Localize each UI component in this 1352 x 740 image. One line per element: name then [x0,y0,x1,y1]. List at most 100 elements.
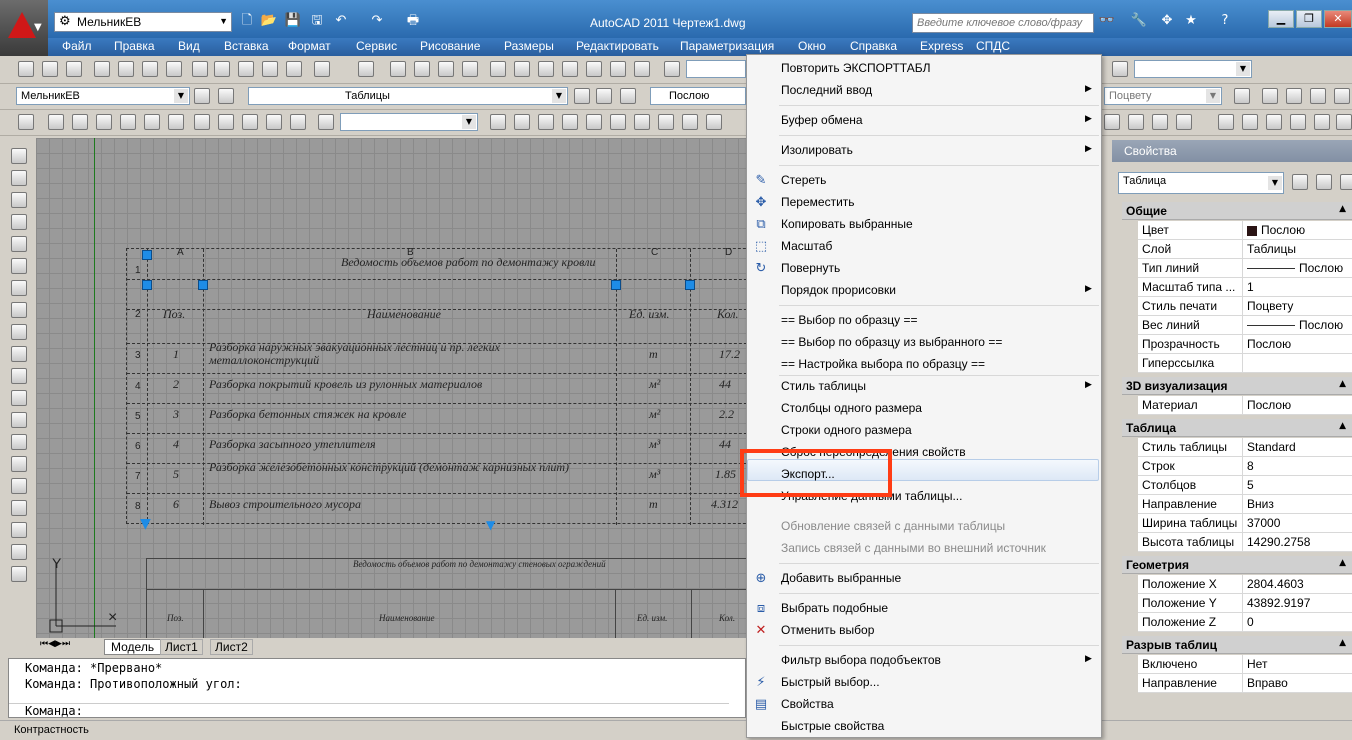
table-grip[interactable] [142,250,152,260]
layer-iso-icon[interactable] [620,88,636,104]
prop-row[interactable]: Столбцов 5 [1138,476,1352,495]
cone-icon[interactable] [120,114,136,130]
close-button[interactable]: ✕ [1324,10,1352,28]
section-table-break[interactable]: Разрыв таблиц ▲ [1122,636,1352,654]
blockeditor-icon[interactable] [286,61,302,77]
tab-layout1[interactable]: Лист1 [160,639,203,655]
add-selected-icon[interactable] [11,566,27,582]
wedge-icon[interactable] [72,114,88,130]
view-icon[interactable] [194,114,210,130]
torus-icon[interactable] [168,114,184,130]
new-file-icon[interactable]: 🗋 [238,12,256,30]
render-icon[interactable] [1262,88,1278,104]
prop-row[interactable]: Положение Z 0 [1138,613,1352,632]
view-front-icon[interactable] [218,114,234,130]
layer-previous-icon[interactable] [596,88,612,104]
select-objects-icon[interactable] [1316,174,1332,190]
menu-subobject-filter[interactable]: Фильтр выбора подобъектов [781,653,941,667]
table-grip[interactable] [685,280,695,290]
menu-isolate[interactable]: Изолировать [781,143,853,157]
prop-row[interactable]: Цвет Послою [1138,221,1352,240]
menu-quick-select[interactable]: Быстрый выбор... [781,675,880,689]
prop-row[interactable]: Направление Вправо [1138,674,1352,693]
second-table[interactable]: Ведомость объемов работ по демонтажу сте… [146,558,748,638]
quickcalc-icon[interactable] [610,61,626,77]
menu-recent-input[interactable]: Последний ввод [781,83,872,97]
matchprop-icon[interactable] [262,61,278,77]
materials-icon[interactable] [1286,88,1302,104]
menu-scale[interactable]: Масштаб [781,239,832,253]
point-icon[interactable] [11,434,27,450]
prop-row[interactable]: Слой Таблицы [1138,240,1352,259]
rectangle-icon[interactable] [11,236,27,252]
zoom-window-icon[interactable] [438,61,454,77]
favorites-icon[interactable]: ★ [1182,12,1200,30]
open-icon[interactable] [42,61,58,77]
visual-style-icon[interactable] [1234,88,1250,104]
gradient-icon[interactable] [11,478,27,494]
region-icon[interactable] [11,500,27,516]
table-grip[interactable] [611,280,621,290]
tolerance-icon[interactable] [1218,114,1234,130]
minimize-button[interactable]: ▁ [1268,10,1294,28]
prop-row[interactable]: Стиль печати Поцвету [1138,297,1352,316]
section-geometry[interactable]: Геометрия ▲ [1122,556,1352,574]
menu-deselect[interactable]: Отменить выбор [781,623,874,637]
menu-erase[interactable]: Стереть [781,173,826,187]
snap3-icon[interactable] [538,114,554,130]
make-current-icon[interactable] [574,88,590,104]
camera-icon[interactable] [290,114,306,130]
table-width-grip-icon[interactable]: ▼ [486,518,495,532]
plotstyle-combo[interactable]: Поцвету ▼ [1104,87,1222,105]
tab-nav-icon[interactable]: ⏮◀▶⏭ [40,639,70,649]
menu-dimension[interactable]: Размеры [504,39,554,53]
circle-icon[interactable] [11,280,27,296]
dim-edit-icon[interactable] [1176,114,1192,130]
saveas-icon[interactable]: 🖫 [308,12,326,30]
mtext-icon[interactable] [11,544,27,560]
plot-icon[interactable] [94,61,110,77]
menu-draw[interactable]: Рисование [420,39,480,53]
line-icon[interactable] [11,148,27,164]
menu-spds[interactable]: СПДС [976,39,1010,53]
snap7-icon[interactable] [634,114,650,130]
menu-insert[interactable]: Вставка [224,39,269,53]
datum-icon[interactable] [1242,114,1258,130]
snap6-icon[interactable] [610,114,626,130]
menu-table-style[interactable]: Стиль таблицы [781,379,866,393]
snap8-icon[interactable] [658,114,674,130]
drawing-canvas[interactable]: A B C D 1 Ведомость объемов работ по дем… [36,138,748,638]
print-icon[interactable]: 🖶 [404,12,422,30]
menu-move[interactable]: Переместить [781,195,855,209]
lights-icon[interactable] [1310,88,1326,104]
ucs-icon[interactable] [18,114,34,130]
prop-row[interactable]: Строк 8 [1138,457,1352,476]
markup-icon[interactable] [586,61,602,77]
spline-icon[interactable] [11,324,27,340]
menu-format[interactable]: Формат [288,39,331,53]
zoom-icon[interactable] [318,114,334,130]
menu-window[interactable]: Окно [798,39,826,53]
hatch-icon[interactable] [11,456,27,472]
prop-row[interactable]: Материал Послою [1138,396,1352,415]
workspace-combo[interactable]: ⚙ МельникЕВ ▼ [54,12,232,32]
view-combo[interactable]: ▼ [340,113,478,131]
layer-state-combo[interactable]: МельникЕВ ▼ [16,87,190,105]
designcenter-icon[interactable] [514,61,530,77]
table-grip[interactable] [142,280,152,290]
undo-icon[interactable] [314,61,330,77]
maximize-button[interactable]: ❐ [1296,10,1322,28]
copy-icon[interactable] [214,61,230,77]
view-right-icon[interactable] [266,114,282,130]
toolpalettes-icon[interactable] [538,61,554,77]
menu-select-similar-settings[interactable]: == Настройка выбора по образцу == [781,357,985,371]
cut-icon[interactable] [192,61,208,77]
prop-row[interactable]: Высота таблицы 14290.2758 [1138,533,1352,552]
menu-clipboard[interactable]: Буфер обмена [781,113,863,127]
menu-edit[interactable]: Правка [114,39,155,53]
snap-icon[interactable] [490,114,506,130]
object-type-combo[interactable]: Таблица ▼ [1118,172,1284,194]
quick-select-icon[interactable] [1340,174,1352,190]
view-left-icon[interactable] [242,114,258,130]
menu-select-similar2[interactable]: Выбрать подобные [781,601,888,615]
